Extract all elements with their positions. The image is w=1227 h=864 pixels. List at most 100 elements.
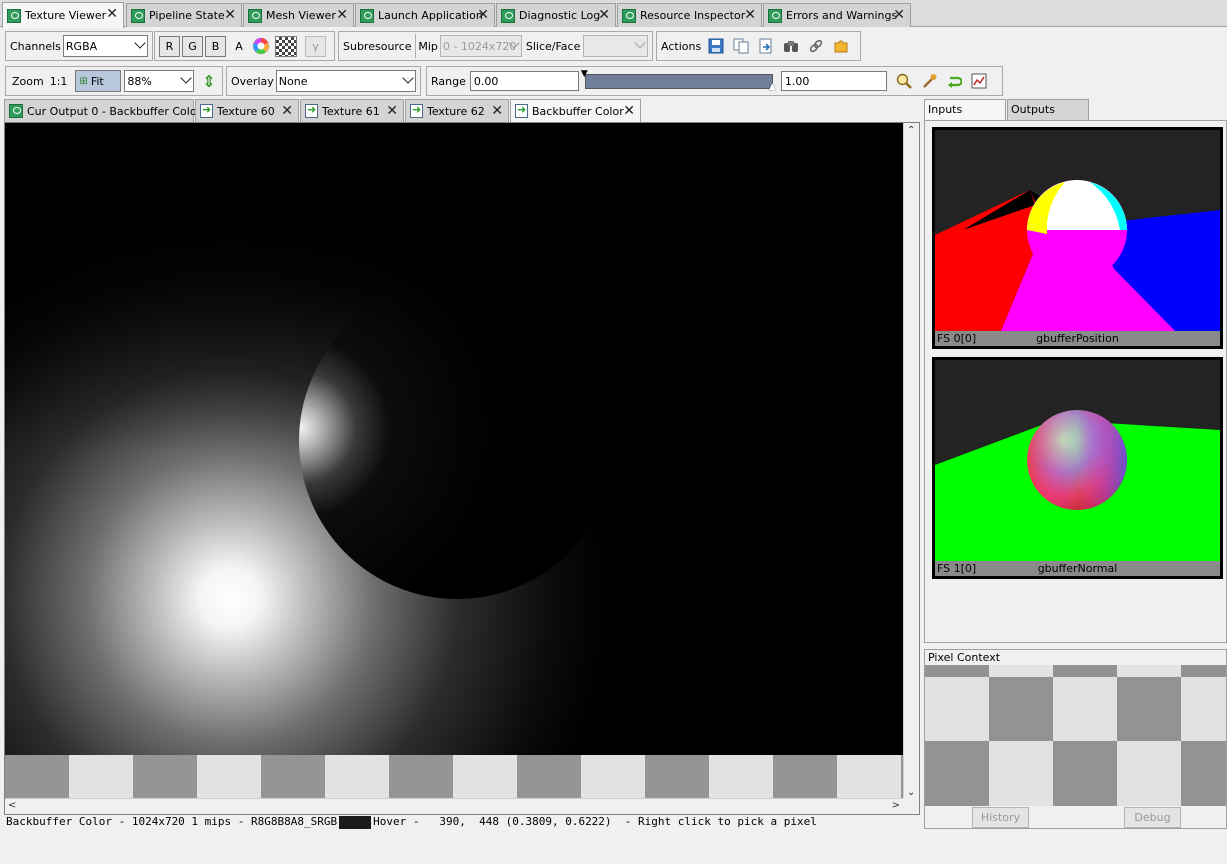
close-icon[interactable]: ✕	[477, 7, 489, 23]
zoom-value: 88%	[127, 74, 152, 88]
tab-label: Diagnostic Log	[519, 9, 601, 22]
tab-texture-62[interactable]: Texture 62 ✕	[405, 99, 509, 122]
texture-doc-icon	[515, 103, 528, 118]
fit-icon: ⊞	[79, 75, 88, 87]
texture-viewport[interactable]: ⌃ ⌄ < >	[4, 122, 920, 815]
status-texture-info: Backbuffer Color - 1024x720 1 mips - R8G…	[6, 815, 338, 828]
channels-select[interactable]: RGBA	[62, 35, 148, 57]
mip-select[interactable]: 0 - 1024x720	[439, 35, 522, 57]
histogram-icon[interactable]	[968, 70, 990, 92]
channels-label: Channels	[10, 39, 61, 53]
zoom-one-to-one-button[interactable]: 1:1	[50, 75, 68, 88]
gamma-button[interactable]: γ	[305, 35, 326, 57]
tab-label: Backbuffer Color	[532, 104, 624, 118]
range-max-input[interactable]: 1.00	[780, 71, 887, 91]
texture-viewer-icon	[7, 8, 21, 23]
tab-inputs[interactable]: Inputs	[924, 99, 1006, 120]
close-icon[interactable]: ✕	[893, 7, 905, 23]
texture-tab-bar: Cur Output 0 - Backbuffer Color Texture …	[4, 99, 920, 122]
tab-outputs[interactable]: Outputs	[1007, 99, 1089, 120]
chevron-down-icon	[180, 72, 193, 84]
open-icon[interactable]	[755, 35, 777, 57]
io-tab-bar: Inputs Outputs	[924, 99, 1227, 120]
tab-texture-61[interactable]: Texture 61 ✕	[300, 99, 404, 122]
flip-vertical-icon[interactable]: ⇕	[202, 72, 215, 91]
overlay-select[interactable]: None	[275, 70, 416, 92]
close-icon[interactable]: ✕	[281, 103, 293, 119]
copy-icon[interactable]	[730, 35, 752, 57]
slice-face-label: Slice/Face	[525, 39, 581, 53]
checkerboard-background	[5, 755, 903, 800]
mip-label: Mip	[418, 39, 438, 53]
puzzle-icon[interactable]	[830, 35, 852, 57]
tab-mesh-viewer[interactable]: Mesh Viewer ✕	[243, 3, 354, 27]
tab-label: Texture 62	[427, 104, 485, 118]
tab-label: Launch Application	[378, 9, 483, 22]
scroll-up-icon[interactable]: ⌃	[907, 125, 915, 136]
pixel-context-panel: Pixel Context History Debug	[924, 649, 1227, 829]
close-icon[interactable]: ✕	[623, 103, 635, 119]
green-channel-button[interactable]: G	[182, 35, 203, 57]
close-icon[interactable]: ✕	[491, 103, 503, 119]
close-icon[interactable]: ✕	[336, 7, 348, 23]
document-tab-bar: Texture Viewer ✕ Pipeline State ✕ Mesh V…	[0, 0, 1227, 28]
zoom-select[interactable]: 88%	[124, 70, 195, 92]
history-button[interactable]: History	[972, 807, 1029, 828]
close-icon[interactable]: ✕	[598, 7, 610, 23]
close-icon[interactable]: ✕	[386, 103, 398, 119]
tab-label: Errors and Warnings	[786, 9, 898, 22]
close-icon[interactable]: ✕	[224, 7, 236, 23]
range-min-handle[interactable]: ▼	[581, 69, 588, 79]
link-icon[interactable]	[805, 35, 827, 57]
color-wheel-icon[interactable]	[250, 35, 272, 57]
picker-icon[interactable]	[918, 70, 940, 92]
tab-diagnostic-log[interactable]: Diagnostic Log ✕	[496, 3, 616, 27]
reset-icon[interactable]	[943, 70, 965, 92]
input-thumbnail-label: FS 1[0] gbufferNormal	[935, 561, 1220, 576]
tab-texture-60[interactable]: Texture 60 ✕	[195, 99, 299, 122]
range-min-input[interactable]: 0.00	[469, 71, 579, 91]
debug-button[interactable]: Debug	[1124, 807, 1181, 828]
texture-status-bar: Backbuffer Color - 1024x720 1 mips - R8G…	[4, 815, 920, 829]
tab-pipeline-state[interactable]: Pipeline State ✕	[126, 3, 242, 27]
tab-launch-application[interactable]: Launch Application ✕	[355, 3, 495, 27]
blue-channel-button[interactable]: B	[205, 35, 226, 57]
scroll-left-icon[interactable]: <	[8, 800, 16, 811]
range-slider[interactable]: ▼ ▲	[581, 69, 777, 92]
errors-warnings-icon	[768, 8, 782, 23]
pixel-context-grid[interactable]	[925, 665, 1226, 806]
tab-label: Texture 61	[322, 104, 380, 118]
fit-label: Fit	[90, 74, 104, 88]
input-name: gbufferNormal	[1037, 562, 1118, 575]
checker-row	[925, 677, 1226, 741]
tab-backbuffer-color[interactable]: Backbuffer Color ✕	[510, 99, 641, 122]
red-channel-button[interactable]: R	[159, 35, 180, 57]
close-icon[interactable]: ✕	[106, 6, 118, 22]
vertical-scrollbar[interactable]: ⌃ ⌄	[903, 123, 919, 800]
close-icon[interactable]: ✕	[744, 7, 756, 23]
tab-cur-output[interactable]: Cur Output 0 - Backbuffer Color	[4, 99, 201, 122]
input-thumbnail[interactable]: FS 1[0] gbufferNormal	[932, 357, 1223, 579]
fit-button[interactable]: ⊞ Fit	[75, 70, 122, 92]
mesh-viewer-icon	[248, 8, 262, 23]
zoom-group: Zoom 1:1 ⊞ Fit 88% ⇕	[5, 66, 223, 96]
rendered-texture[interactable]	[5, 123, 903, 755]
diagnostic-log-icon	[501, 8, 515, 23]
scroll-right-icon[interactable]: >	[892, 800, 900, 811]
slice-face-select[interactable]	[583, 35, 648, 57]
scroll-down-icon[interactable]: ⌄	[907, 787, 915, 798]
range-max-handle[interactable]: ▲	[769, 82, 776, 92]
alpha-channel-button[interactable]: A	[228, 40, 250, 53]
horizontal-scrollbar[interactable]: < >	[5, 798, 903, 814]
magnify-icon[interactable]	[893, 70, 915, 92]
texture-viewer-icon	[9, 104, 23, 118]
tab-texture-viewer[interactable]: Texture Viewer ✕	[2, 2, 124, 28]
input-thumbnail[interactable]: FS 0[0] gbufferPosition	[932, 127, 1223, 349]
tab-errors-and-warnings[interactable]: Errors and Warnings ✕	[763, 3, 911, 27]
tab-resource-inspector[interactable]: Resource Inspector ✕	[617, 3, 762, 27]
gbuffer-normal-preview	[935, 360, 1220, 561]
binoculars-icon[interactable]	[780, 35, 802, 57]
save-icon[interactable]	[705, 35, 727, 57]
checkerboard-icon[interactable]	[275, 35, 297, 57]
input-name: gbufferPosition	[1036, 332, 1119, 345]
